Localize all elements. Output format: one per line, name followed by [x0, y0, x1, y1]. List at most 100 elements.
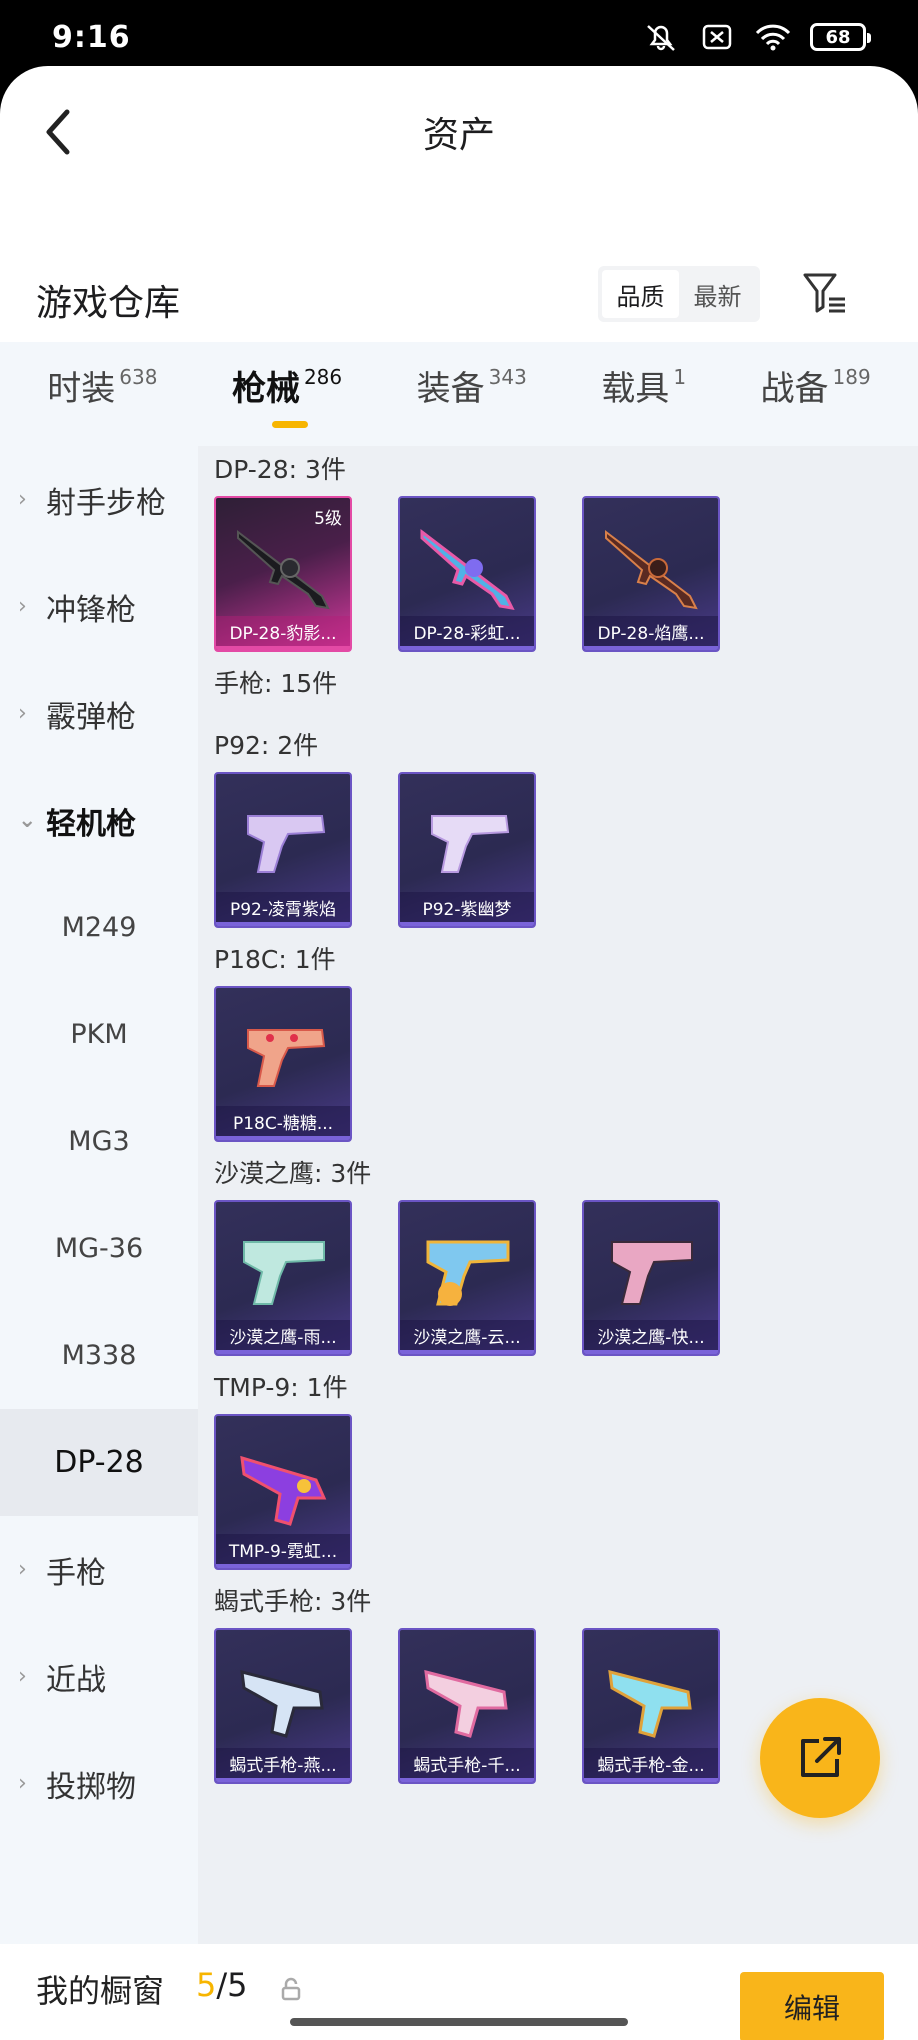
showcase-separator: /: [216, 1966, 228, 2004]
chevron-right-icon: ›: [18, 1664, 27, 1689]
battery-icon: 68: [810, 23, 871, 51]
sidebar-item-shotgun[interactable]: › 霰弹枪: [0, 660, 198, 767]
share-icon: [801, 1737, 841, 1777]
sidebar-subitem-pkm[interactable]: PKM: [0, 981, 198, 1088]
sidebar-item-smg[interactable]: › 冲锋枪: [0, 553, 198, 660]
weapon-card-label: TMP-9-霓虹...: [216, 1534, 350, 1568]
share-fab-button[interactable]: [760, 1698, 880, 1818]
sidebar-subitem-mg3[interactable]: MG3: [0, 1088, 198, 1195]
weapon-card[interactable]: 蝎式手枪-千...: [398, 1628, 536, 1784]
card-row-p18c: P18C-糖糖...: [214, 986, 918, 1142]
nav-bar: 资产: [0, 66, 918, 196]
sidebar-item-dmr[interactable]: › 射手步枪: [0, 446, 198, 553]
weapon-category-sidebar: › 射手步枪 › 冲锋枪 › 霰弹枪 ⌄ 轻机枪 M249 PKM MG3 MG-36 …: [0, 446, 198, 1944]
tab-equipment[interactable]: 装备 343: [417, 361, 527, 428]
status-time: 9:16: [52, 20, 131, 55]
smg-icon: [240, 1669, 324, 1738]
tab-underline: [271, 420, 308, 428]
card-row-p92: P92-凌霄紫焰 P92-紫幽梦: [214, 772, 918, 928]
weapon-card[interactable]: TMP-9-霓虹...: [214, 1414, 352, 1570]
weapon-card[interactable]: 5级 DP-28-豹影...: [214, 496, 352, 652]
weapon-card-label: DP-28-豹影...: [216, 616, 350, 650]
sidebar-item-label: 近战: [46, 1662, 106, 1698]
category-tabs: 时装 638 枪械 286 装备 343 载具 1 战备 189: [0, 342, 918, 446]
chevron-down-icon: ⌄: [18, 808, 37, 833]
card-row-dp28: 5级 DP-28-豹影... DP-28-彩虹... DP-28-焰鹰...: [214, 496, 918, 652]
weapon-card-label: P92-凌霄紫焰: [216, 892, 350, 926]
warehouse-title: 游戏仓库: [36, 283, 181, 324]
weapon-card[interactable]: 沙漠之鹰-雨...: [214, 1200, 352, 1356]
weapon-card[interactable]: P92-凌霄紫焰: [214, 772, 352, 928]
tab-label: 时装: [47, 368, 116, 409]
sidebar-item-lmg[interactable]: ⌄ 轻机枪: [0, 767, 198, 874]
tab-fashion[interactable]: 时装 638: [47, 361, 157, 428]
showcase-max: 5: [227, 1966, 248, 2004]
pistol-icon: [611, 1241, 693, 1305]
sidebar-item-label: 霰弹枪: [46, 699, 136, 735]
tab-vehicles[interactable]: 载具 1: [601, 361, 686, 428]
weapon-card-label: DP-28-焰鹰...: [584, 616, 718, 650]
sort-quality[interactable]: 品质: [602, 270, 679, 318]
weapon-card[interactable]: 沙漠之鹰-快...: [582, 1200, 720, 1356]
pistol-icon: [247, 1029, 326, 1087]
tab-firearms[interactable]: 枪械 286: [232, 361, 342, 428]
group-title-dp28: DP-28: 3件: [214, 455, 346, 484]
filter-button[interactable]: [798, 266, 852, 320]
pistol-icon: [243, 1241, 325, 1305]
weapon-card-label: P92-紫幽梦: [400, 892, 534, 926]
pistol-icon: [431, 815, 510, 873]
weapon-card-label: 沙漠之鹰-雨...: [216, 1320, 350, 1354]
no-sim-icon: [702, 24, 732, 50]
weapon-card[interactable]: DP-28-焰鹰...: [582, 496, 720, 652]
smg-icon: [424, 1669, 508, 1738]
smg-icon: [608, 1669, 692, 1738]
weapon-card-label: P18C-糖糖...: [216, 1106, 350, 1140]
mute-bell-icon: [647, 25, 675, 51]
weapon-card-label: 蝎式手枪-金...: [584, 1748, 718, 1782]
sidebar-item-throwable[interactable]: › 投掷物: [0, 1730, 198, 1837]
wifi-icon: [755, 24, 791, 51]
chevron-right-icon: ›: [18, 487, 27, 512]
tab-label: 战备: [760, 368, 829, 409]
weapon-card-label: 蝎式手枪-千...: [400, 1748, 534, 1782]
home-indicator[interactable]: [290, 2018, 628, 2026]
rifle-icon: [420, 528, 515, 610]
tab-count: 638: [119, 364, 158, 389]
sidebar-subitem-m338[interactable]: M338: [0, 1302, 198, 1409]
tab-gear[interactable]: 战备 189: [761, 361, 871, 428]
weapon-card[interactable]: P92-紫幽梦: [398, 772, 536, 928]
tab-label: 枪械: [231, 368, 300, 409]
filter-icon: [803, 273, 845, 313]
tab-count: 189: [832, 364, 871, 389]
warehouse-header: 游戏仓库 品质 最新: [0, 252, 918, 352]
lock-icon: [281, 1977, 301, 2001]
weapon-card[interactable]: 蝎式手枪-金...: [582, 1628, 720, 1784]
pistol-icon: [426, 1240, 510, 1306]
sidebar-subitem-dp28[interactable]: DP-28: [0, 1409, 198, 1516]
chevron-right-icon: ›: [18, 1557, 27, 1582]
sort-toggle: 品质 最新: [598, 266, 760, 322]
sidebar-subitem-m249[interactable]: M249: [0, 874, 198, 981]
weapon-card[interactable]: DP-28-彩虹...: [398, 496, 536, 652]
tab-label: 装备: [416, 368, 485, 409]
tab-count: 1: [673, 364, 687, 389]
status-bar: 9:16 68: [0, 0, 918, 66]
weapon-card-label: 沙漠之鹰-云...: [400, 1320, 534, 1354]
level-badge: 5级: [314, 509, 342, 529]
sidebar-item-label: 手枪: [46, 1555, 106, 1591]
chevron-right-icon: ›: [18, 1771, 27, 1796]
edit-button[interactable]: 编辑: [740, 1972, 884, 2040]
weapon-card-label: 沙漠之鹰-快...: [584, 1320, 718, 1354]
tab-label: 载具: [601, 368, 670, 409]
battery-level: 68: [825, 26, 851, 48]
chevron-right-icon: ›: [18, 594, 27, 619]
sidebar-subitem-mg36[interactable]: MG-36: [0, 1195, 198, 1302]
weapon-card[interactable]: P18C-糖糖...: [214, 986, 352, 1142]
weapon-card[interactable]: 蝎式手枪-燕...: [214, 1628, 352, 1784]
sidebar-item-melee[interactable]: › 近战: [0, 1623, 198, 1730]
pistol-icon: [247, 815, 326, 873]
sidebar-item-pistol[interactable]: › 手枪: [0, 1516, 198, 1623]
weapon-card[interactable]: 沙漠之鹰-云...: [398, 1200, 536, 1356]
sort-newest[interactable]: 最新: [679, 270, 756, 318]
smg-icon: [240, 1455, 327, 1526]
